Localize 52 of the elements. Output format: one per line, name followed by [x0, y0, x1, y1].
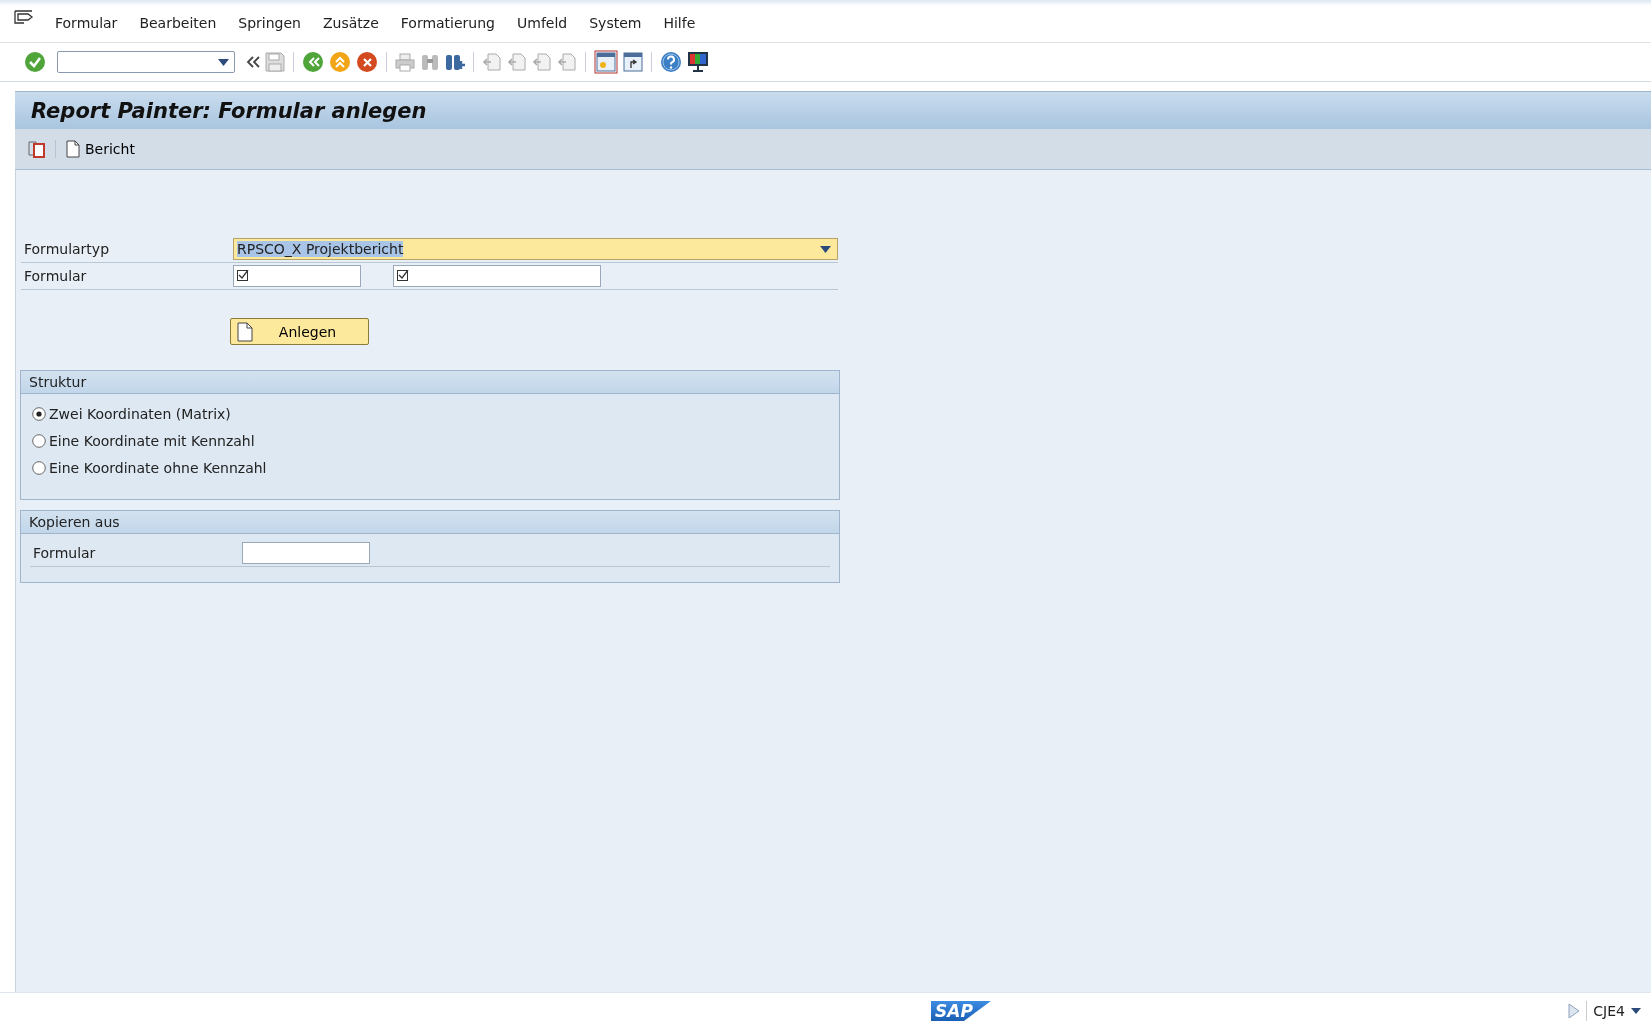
caret-icon[interactable] [218, 58, 229, 66]
field-label: Formular [32, 545, 97, 561]
radio-option[interactable]: Eine Koordinate mit Kennzahl [32, 427, 839, 454]
document-icon [66, 140, 80, 158]
menu-item[interactable]: Formular [44, 15, 129, 31]
field-label: Formulartyp [23, 241, 111, 257]
last-page-icon[interactable] [557, 52, 577, 72]
print-icon[interactable] [395, 52, 415, 72]
save-icon[interactable] [265, 52, 285, 72]
menu-item[interactable]: System [578, 15, 653, 31]
radio-option[interactable]: Eine Koordinate ohne Kennzahl [32, 454, 839, 481]
shortcut-window-icon[interactable] [623, 52, 643, 72]
radio-option[interactable]: Zwei Koordinaten (Matrix) [32, 400, 839, 427]
double-chevron-icon[interactable] [246, 56, 260, 68]
first-page-icon[interactable] [482, 52, 502, 72]
menu-item[interactable]: Zusätze [311, 15, 390, 31]
check-icon[interactable] [24, 51, 46, 73]
caret-icon[interactable] [1631, 1008, 1641, 1014]
cancel-icon[interactable] [356, 51, 378, 73]
exit-icon[interactable] [329, 51, 351, 73]
play-icon[interactable] [1568, 1003, 1581, 1019]
radio-icon[interactable] [32, 460, 46, 475]
screen-title: Report Painter: Formular anlegen [31, 98, 427, 123]
radio-icon[interactable] [32, 433, 46, 448]
back-icon[interactable] [302, 51, 324, 73]
document-icon [237, 321, 253, 342]
radio-icon[interactable] [32, 406, 46, 421]
menu-item[interactable]: Formatierung [389, 15, 506, 31]
dropdown-field[interactable]: RPSCO_X Projektbericht [233, 238, 838, 260]
menu-item[interactable]: Umfeld [506, 15, 579, 31]
new-window-icon[interactable] [594, 50, 618, 74]
copy-icon[interactable] [27, 139, 47, 159]
input-field[interactable] [233, 265, 361, 287]
transaction-code[interactable]: CJE4 [1593, 1003, 1625, 1019]
caret-icon[interactable] [820, 245, 831, 253]
input-field[interactable] [242, 542, 370, 564]
menu-item[interactable]: Hilfe [652, 15, 707, 31]
menu-item[interactable]: Bearbeiten [128, 15, 228, 31]
field-label: Formular [23, 268, 88, 284]
menu-icon[interactable] [14, 9, 34, 25]
next-page-icon[interactable] [532, 52, 552, 72]
create-button[interactable]: Anlegen [230, 318, 369, 345]
input-field[interactable] [393, 265, 601, 287]
command-field[interactable] [57, 51, 235, 73]
sap-logo: SAP [931, 1001, 991, 1021]
menu-item[interactable]: Springen [227, 15, 312, 31]
monitor-icon[interactable] [687, 51, 709, 73]
report-button[interactable]: Bericht [64, 140, 137, 158]
help-icon[interactable] [660, 51, 682, 73]
group-title: Kopieren aus [21, 511, 839, 534]
previous-page-icon[interactable] [507, 52, 527, 72]
group-title: Struktur [21, 371, 839, 394]
